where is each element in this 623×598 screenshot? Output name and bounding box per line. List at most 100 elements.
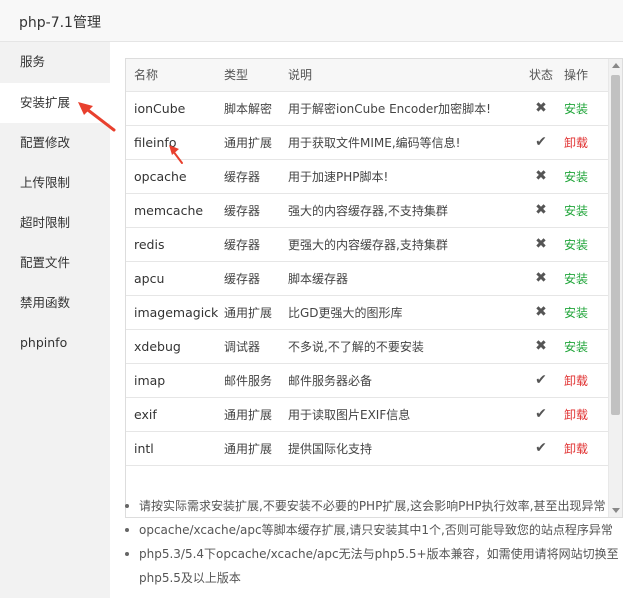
scroll-thumb[interactable] <box>611 75 620 415</box>
extension-operation: 卸载 <box>564 125 608 160</box>
extension-name: imap <box>126 363 224 398</box>
sidebar-item-disabled-functions[interactable]: 禁用函数 <box>0 283 110 323</box>
extension-status: ✔ <box>518 397 564 432</box>
sidebar-item-timeout-limit[interactable]: 超时限制 <box>0 203 110 243</box>
extension-name: intl <box>126 431 224 466</box>
extension-type: 缓存器 <box>224 227 288 262</box>
extension-operation: 卸载 <box>564 397 608 432</box>
bullet-icon <box>125 528 129 532</box>
extension-type: 脚本解密 <box>224 91 288 126</box>
extension-name: opcache <box>126 159 224 194</box>
table-row: memcache 缓存器 强大的内容缓存器,不支持集群 ✖ 安装 <box>126 193 608 228</box>
extension-type: 通用扩展 <box>224 125 288 160</box>
check-icon: ✔ <box>535 440 547 456</box>
extension-name: redis <box>126 227 224 262</box>
note-item: 请按实际需求安装扩展,不要安装不必要的PHP扩展,这会影响PHP执行效率,甚至出… <box>124 494 623 518</box>
notes-list: 请按实际需求安装扩展,不要安装不必要的PHP扩展,这会影响PHP执行效率,甚至出… <box>124 494 623 590</box>
bullet-icon <box>125 504 129 508</box>
extension-description: 脚本缓存器 <box>288 261 518 296</box>
sidebar: 服务 安装扩展 配置修改 上传限制 超时限制 配置文件 禁用函数 phpinfo <box>0 42 110 598</box>
extension-type: 通用扩展 <box>224 295 288 330</box>
cross-icon: ✖ <box>535 304 547 320</box>
table-row: ionCube 脚本解密 用于解密ionCube Encoder加密脚本! ✖ 安装 <box>126 91 608 126</box>
sidebar-item-phpinfo[interactable]: phpinfo <box>0 323 110 363</box>
check-icon: ✔ <box>535 134 547 150</box>
extension-name: apcu <box>126 261 224 296</box>
extension-type: 缓存器 <box>224 159 288 194</box>
extension-operation: 卸载 <box>564 431 608 466</box>
scroll-up-arrow-icon[interactable] <box>612 63 620 68</box>
note-text: php5.3/5.4下opcache/xcache/apc无法与php5.5+版… <box>139 547 619 585</box>
note-text: 请按实际需求安装扩展,不要安装不必要的PHP扩展,这会影响PHP执行效率,甚至出… <box>139 499 606 513</box>
table-row: xdebug 调试器 不多说,不了解的不要安装 ✖ 安装 <box>126 329 608 364</box>
extension-name: imagemagick <box>126 295 224 330</box>
table-row: imagemagick 通用扩展 比GD更强大的图形库 ✖ 安装 <box>126 295 608 330</box>
install-link[interactable]: 安装 <box>564 272 588 286</box>
extension-status: ✖ <box>518 329 564 364</box>
extension-description: 用于获取文件MIME,编码等信息! <box>288 125 518 160</box>
extension-type: 通用扩展 <box>224 431 288 466</box>
extension-type: 调试器 <box>224 329 288 364</box>
column-header-description: 说明 <box>288 59 518 92</box>
install-link[interactable]: 安装 <box>564 238 588 252</box>
sidebar-item-install-extensions[interactable]: 安装扩展 <box>0 83 110 123</box>
uninstall-link[interactable]: 卸载 <box>564 408 588 422</box>
window-titlebar: php-7.1管理 <box>0 0 623 42</box>
column-header-status: 状态 <box>518 59 564 92</box>
table-row: fileinfo 通用扩展 用于获取文件MIME,编码等信息! ✔ 卸载 <box>126 125 608 160</box>
extension-operation: 安装 <box>564 295 608 330</box>
bullet-icon <box>125 552 129 556</box>
table-row: intl 通用扩展 提供国际化支持 ✔ 卸载 <box>126 431 608 466</box>
extension-name: ionCube <box>126 91 224 126</box>
extensions-table: 名称 类型 说明 状态 操作 ionCube 脚本解密 用于解密ionCube En… <box>126 59 608 466</box>
sidebar-item-config-file[interactable]: 配置文件 <box>0 243 110 283</box>
column-header-operation: 操作 <box>564 59 608 92</box>
extension-description: 用于加速PHP脚本! <box>288 159 518 194</box>
extensions-table-container[interactable]: 名称 类型 说明 状态 操作 ionCube 脚本解密 用于解密ionCube En… <box>125 58 623 518</box>
table-row: redis 缓存器 更强大的内容缓存器,支持集群 ✖ 安装 <box>126 227 608 262</box>
note-item: php5.3/5.4下opcache/xcache/apc无法与php5.5+版… <box>124 542 623 590</box>
extension-description: 提供国际化支持 <box>288 431 518 466</box>
check-icon: ✔ <box>535 406 547 422</box>
column-header-name: 名称 <box>126 59 224 92</box>
sidebar-item-service[interactable]: 服务 <box>0 42 110 82</box>
extension-description: 强大的内容缓存器,不支持集群 <box>288 193 518 228</box>
extension-operation: 安装 <box>564 91 608 126</box>
extension-description: 邮件服务器必备 <box>288 363 518 398</box>
sidebar-item-upload-limit[interactable]: 上传限制 <box>0 163 110 203</box>
window-title: php-7.1管理 <box>19 15 101 31</box>
install-link[interactable]: 安装 <box>564 204 588 218</box>
extension-status: ✖ <box>518 227 564 262</box>
extension-description: 用于读取图片EXIF信息 <box>288 397 518 432</box>
extension-status: ✔ <box>518 125 564 160</box>
extension-operation: 安装 <box>564 193 608 228</box>
note-item: opcache/xcache/apc等脚本缓存扩展,请只安装其中1个,否则可能导… <box>124 518 623 542</box>
extension-name: xdebug <box>126 329 224 364</box>
extension-type: 缓存器 <box>224 193 288 228</box>
uninstall-link[interactable]: 卸载 <box>564 442 588 456</box>
cross-icon: ✖ <box>535 270 547 286</box>
uninstall-link[interactable]: 卸载 <box>564 136 588 150</box>
extension-operation: 安装 <box>564 329 608 364</box>
install-link[interactable]: 安装 <box>564 102 588 116</box>
extension-status: ✔ <box>518 431 564 466</box>
extension-status: ✖ <box>518 261 564 296</box>
install-link[interactable]: 安装 <box>564 170 588 184</box>
table-scrollbar[interactable] <box>608 59 622 517</box>
extension-description: 不多说,不了解的不要安装 <box>288 329 518 364</box>
extension-name: fileinfo <box>126 125 224 160</box>
extension-operation: 安装 <box>564 227 608 262</box>
install-link[interactable]: 安装 <box>564 306 588 320</box>
extension-status: ✔ <box>518 363 564 398</box>
extension-type: 邮件服务 <box>224 363 288 398</box>
install-link[interactable]: 安装 <box>564 340 588 354</box>
extension-operation: 安装 <box>564 261 608 296</box>
extension-operation: 卸载 <box>564 363 608 398</box>
table-row: opcache 缓存器 用于加速PHP脚本! ✖ 安装 <box>126 159 608 194</box>
extension-operation: 安装 <box>564 159 608 194</box>
table-row: imap 邮件服务 邮件服务器必备 ✔ 卸载 <box>126 363 608 398</box>
sidebar-item-config-edit[interactable]: 配置修改 <box>0 123 110 163</box>
note-text: opcache/xcache/apc等脚本缓存扩展,请只安装其中1个,否则可能导… <box>139 523 613 537</box>
uninstall-link[interactable]: 卸载 <box>564 374 588 388</box>
cross-icon: ✖ <box>535 236 547 252</box>
